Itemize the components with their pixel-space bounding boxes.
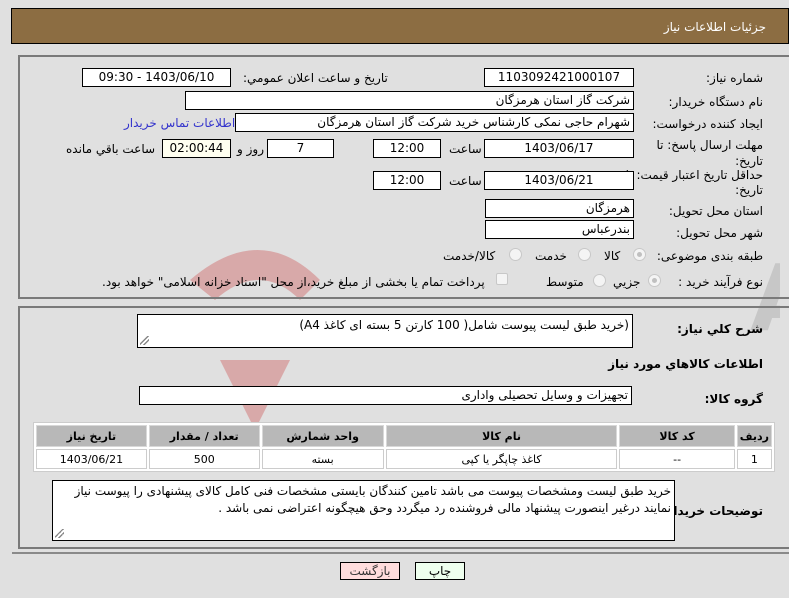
remaining-days-field: 7 [267,139,334,158]
treasury-checkbox[interactable] [496,273,508,285]
col-unit: واحد شمارش [261,425,384,447]
province-label: استان محل تحویل: [668,204,763,218]
print-button[interactable]: چاپ [415,562,465,580]
treasury-label: پرداخت تمام یا بخشی از مبلغ خرید،از محل … [102,275,485,289]
province-field: هرمزگان [485,199,634,218]
buyer-org-field: شرکت گاز استان هرمزگان [185,91,634,110]
remaining-time-field: 02:00:44 [162,139,231,158]
validity-label: حداقل تاریخ اعتبار قیمت: تا [625,168,763,182]
divider [12,552,789,554]
cell-goods-code: -- [619,449,735,469]
validity-label-line2: تاریخ: [735,183,763,197]
deadline-label: مهلت ارسال پاسخ: تا [656,138,763,152]
category-radio-goods-service[interactable] [509,248,522,261]
table-header-row: ردیف کد کالا نام کالا واحد شمارش تعداد /… [36,425,772,447]
back-button[interactable]: بازگشت [340,562,400,580]
description-label: شرح کلي نیاز: [677,322,763,336]
need-number-label: شماره نیاز: [706,71,763,85]
creator-label: ایجاد کننده درخواست: [652,117,763,131]
deadline-label-line2: تاریخ: [735,154,763,168]
process-label: نوع فرآیند خرید : [678,275,763,289]
announce-label: تاریخ و ساعت اعلان عمومي: [243,71,388,85]
category-label: طبقه بندی موضوعی: [656,249,763,263]
process-option-medium: متوسط [546,275,584,289]
buyer-contact-link[interactable]: اطلاعات تماس خریدار [124,116,235,130]
buyer-notes-field[interactable]: خرید طبق لیست ومشخصات پیوست می باشد تامی… [52,480,675,541]
remaining-label: ساعت باقي مانده [66,142,156,156]
table-row: 1 -- کاغذ چاپگر یا کپی بسته 500 1403/06/… [36,449,772,469]
validity-time-field: 12:00 [373,171,441,190]
city-field: بندرعباس [485,220,634,239]
category-radio-service[interactable] [578,248,591,261]
goods-table: ردیف کد کالا نام کالا واحد شمارش تعداد /… [33,422,775,472]
cell-quantity: 500 [148,449,260,469]
validity-date-field: 1403/06/21 [484,171,634,190]
buyer-notes-text: خرید طبق لیست ومشخصات پیوست می باشد تامی… [74,484,671,515]
buyer-notes-label: توضیحات خریدار: [661,504,763,518]
deadline-date-field: 1403/06/17 [484,139,634,158]
description-field[interactable]: (خرید طبق لیست پیوست شامل( 100 کارتن 5 ب… [137,314,633,348]
creator-field: شهرام حاجی نمکی کارشناس خرید شرکت گاز اس… [235,113,634,132]
announce-field: 1403/06/10 - 09:30 [82,68,231,87]
need-number-field: 1103092421000107 [484,68,634,87]
process-radio-minor[interactable] [648,274,661,287]
category-option-goods-service: کالا/خدمت [443,249,496,263]
resize-grip-icon[interactable] [55,529,64,538]
cell-goods-name: کاغذ چاپگر یا کپی [385,449,618,469]
goods-group-field: تجهیزات و وسایل تحصیلی واداری [139,386,632,405]
city-label: شهر محل تحویل: [676,226,763,240]
category-radio-goods[interactable] [633,248,646,261]
category-option-service: خدمت [535,249,567,263]
page-title: جزئیات اطلاعات نیاز [663,20,766,34]
goods-section-title: اطلاعات کالاهاي مورد نیاز [608,357,763,371]
category-option-goods: کالا [604,249,621,263]
col-need-date: تاریخ نیاز [36,425,147,447]
col-goods-name: نام کالا [385,425,618,447]
col-quantity: تعداد / مقدار [148,425,260,447]
resize-grip-icon[interactable] [140,336,149,345]
cell-need-date: 1403/06/21 [36,449,147,469]
validity-time-label: ساعت [449,174,482,188]
col-row-number: ردیف [736,425,772,447]
goods-group-label: گروه کالا: [704,392,763,406]
process-radio-medium[interactable] [593,274,606,287]
cell-row-number: 1 [736,449,772,469]
deadline-time-field: 12:00 [373,139,441,158]
page-header: جزئیات اطلاعات نیاز [11,8,789,44]
col-goods-code: کد کالا [619,425,735,447]
days-label: روز و [237,142,264,156]
description-text: (خرید طبق لیست پیوست شامل( 100 کارتن 5 ب… [299,318,629,332]
buyer-org-label: نام دستگاه خریدار: [668,95,764,109]
cell-unit: بسته [261,449,384,469]
deadline-time-label: ساعت [449,142,482,156]
process-option-minor: جزیي [613,275,641,289]
